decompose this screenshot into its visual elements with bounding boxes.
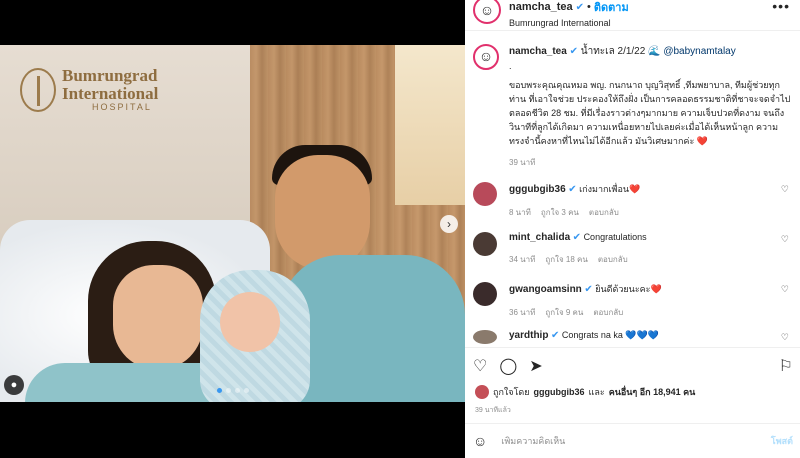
- mother-face: [113, 265, 203, 370]
- post-side-panel: ☺ namcha_tea ✔ • ติดตาม Bumrungrad Inter…: [465, 0, 800, 458]
- comment-item: gwangoamsinn ✔ ยินดีด้วยนะคะ❤️ 36 นาที ถ…: [473, 282, 793, 319]
- baby-face: [220, 292, 280, 352]
- add-comment-bar: ☺ โพสต์: [473, 433, 793, 449]
- like-comment-icon[interactable]: ♡: [781, 332, 789, 343]
- more-options-icon[interactable]: •••: [772, 0, 790, 14]
- comment-item: gggubgib36 ✔ เก่งมากเพื่อน❤️ 8 นาที ถูกใ…: [473, 182, 793, 219]
- post-caption: ☺ namcha_tea ✔ น้ำทะเล 2/1/22 🌊 @babynam…: [473, 44, 791, 170]
- send-icon[interactable]: ➤: [529, 356, 542, 376]
- caption-mention-link[interactable]: @babynamtalay: [663, 46, 735, 57]
- comment-text: Congratulations: [583, 232, 647, 242]
- wave-emoji: 🌊: [648, 46, 661, 57]
- instagram-post-viewer: Bumrungrad International HOSPITAL › ● ☺ …: [0, 0, 800, 458]
- post-media: Bumrungrad International HOSPITAL › ●: [0, 0, 465, 458]
- hospital-logo-line3: HOSPITAL: [92, 101, 152, 112]
- reply-button[interactable]: ตอบกลับ: [593, 306, 623, 319]
- comment-text: ยินดีด้วยนะคะ❤️: [595, 284, 662, 294]
- verified-badge-icon: ✔: [584, 284, 593, 295]
- post-location[interactable]: Bumrungrad International: [509, 18, 629, 28]
- likes-others-link[interactable]: คนอื่นๆ อีก 18,941 คน: [609, 385, 696, 399]
- caption-author-avatar[interactable]: ☺: [473, 44, 499, 70]
- window-light: [395, 45, 465, 205]
- comment-item: yardthip ✔ Congrats na ka 💙💙💙 ♡: [473, 330, 793, 344]
- comment-username[interactable]: yardthip: [509, 330, 548, 341]
- like-comment-icon[interactable]: ♡: [781, 284, 789, 295]
- hospital-logo-line1: Bumrungrad: [62, 66, 158, 85]
- author-username[interactable]: namcha_tea: [509, 1, 573, 13]
- likes-summary: ถูกใจโดย gggubgib36 และ คนอื่นๆ อีก 18,9…: [475, 385, 695, 399]
- carousel-dot: [234, 388, 240, 393]
- post-timestamp[interactable]: 39 นาทีแล้ว: [475, 405, 511, 416]
- actions-divider: [465, 347, 800, 348]
- verified-badge-icon: ✔: [550, 330, 560, 341]
- comment-icon[interactable]: ◯: [499, 356, 517, 376]
- emoji-picker-icon[interactable]: ☺: [473, 433, 487, 449]
- caption-text: ขอบพระคุณคุณหมอ พญ. กนกนาถ บุญวิสุทธิ์ ,…: [509, 80, 791, 147]
- carousel-dot: [243, 388, 249, 393]
- father-face: [275, 155, 370, 270]
- like-comment-icon[interactable]: ♡: [781, 184, 789, 195]
- likes-middle: และ: [588, 387, 605, 397]
- post-comment-button[interactable]: โพสต์: [771, 434, 793, 448]
- commenter-avatar[interactable]: [473, 282, 497, 306]
- comment-input[interactable]: [501, 436, 732, 446]
- comment-time[interactable]: 8 นาที: [509, 206, 531, 219]
- post-photo[interactable]: Bumrungrad International HOSPITAL › ●: [0, 45, 465, 402]
- hospital-logo: Bumrungrad International HOSPITAL: [20, 67, 158, 112]
- follow-button[interactable]: ติดตาม: [594, 0, 629, 16]
- commenter-avatar[interactable]: [473, 232, 497, 256]
- reply-button[interactable]: ตอบกลับ: [598, 253, 628, 266]
- bookmark-icon[interactable]: ⚐: [779, 356, 793, 376]
- carousel-dot: [225, 388, 231, 393]
- like-comment-icon[interactable]: ♡: [781, 234, 789, 245]
- caption-username[interactable]: namcha_tea: [509, 46, 567, 57]
- verified-badge-icon: ✔: [572, 232, 582, 243]
- caption-prefix: น้ำทะเล 2/1/22: [580, 46, 649, 57]
- post-actions: ♡ ◯ ➤ ⚐: [473, 356, 793, 376]
- carousel-dot: [216, 388, 222, 393]
- comment-text: Congrats na ka 💙💙💙: [561, 330, 660, 340]
- hospital-emblem-icon: [20, 67, 56, 112]
- verified-badge-icon: ✔: [568, 184, 577, 195]
- post-header: ☺ namcha_tea ✔ • ติดตาม Bumrungrad Inter…: [465, 0, 800, 30]
- comment-likes[interactable]: ถูกใจ 3 คน: [541, 206, 579, 219]
- heart-outline-icon[interactable]: ♡: [473, 356, 487, 376]
- comment-time[interactable]: 36 นาที: [509, 306, 535, 319]
- header-divider: [465, 30, 800, 31]
- hospital-logo-line2: International: [62, 83, 159, 103]
- heart-emoji: ❤️: [696, 136, 709, 147]
- comment-item: mint_chalida ✔ Congratulations 34 นาที ถ…: [473, 232, 793, 266]
- author-avatar[interactable]: ☺: [473, 0, 501, 24]
- next-photo-button[interactable]: ›: [440, 215, 458, 233]
- caption-time[interactable]: 39 นาที: [509, 157, 791, 169]
- comment-likes[interactable]: ถูกใจ 9 คน: [545, 306, 583, 319]
- comment-time[interactable]: 34 นาที: [509, 253, 535, 266]
- comment-username[interactable]: mint_chalida: [509, 232, 570, 243]
- carousel-dots: [0, 388, 465, 393]
- commenter-avatar[interactable]: [473, 182, 497, 206]
- caption-dot: .: [509, 60, 512, 71]
- verified-badge-icon: ✔: [569, 46, 578, 57]
- reply-button[interactable]: ตอบกลับ: [589, 206, 619, 219]
- likes-prefix: ถูกใจโดย: [493, 387, 530, 397]
- comment-likes[interactable]: ถูกใจ 18 คน: [545, 253, 587, 266]
- commenter-avatar[interactable]: [473, 330, 497, 344]
- liker-username[interactable]: gggubgib36: [534, 387, 585, 397]
- comment-username[interactable]: gggubgib36: [509, 184, 566, 195]
- comment-divider: [465, 423, 800, 424]
- comment-text: เก่งมากเพื่อน❤️: [579, 184, 641, 194]
- verified-badge-icon: ✔: [575, 1, 584, 13]
- liker-avatar[interactable]: [475, 385, 489, 399]
- comment-username[interactable]: gwangoamsinn: [509, 284, 582, 295]
